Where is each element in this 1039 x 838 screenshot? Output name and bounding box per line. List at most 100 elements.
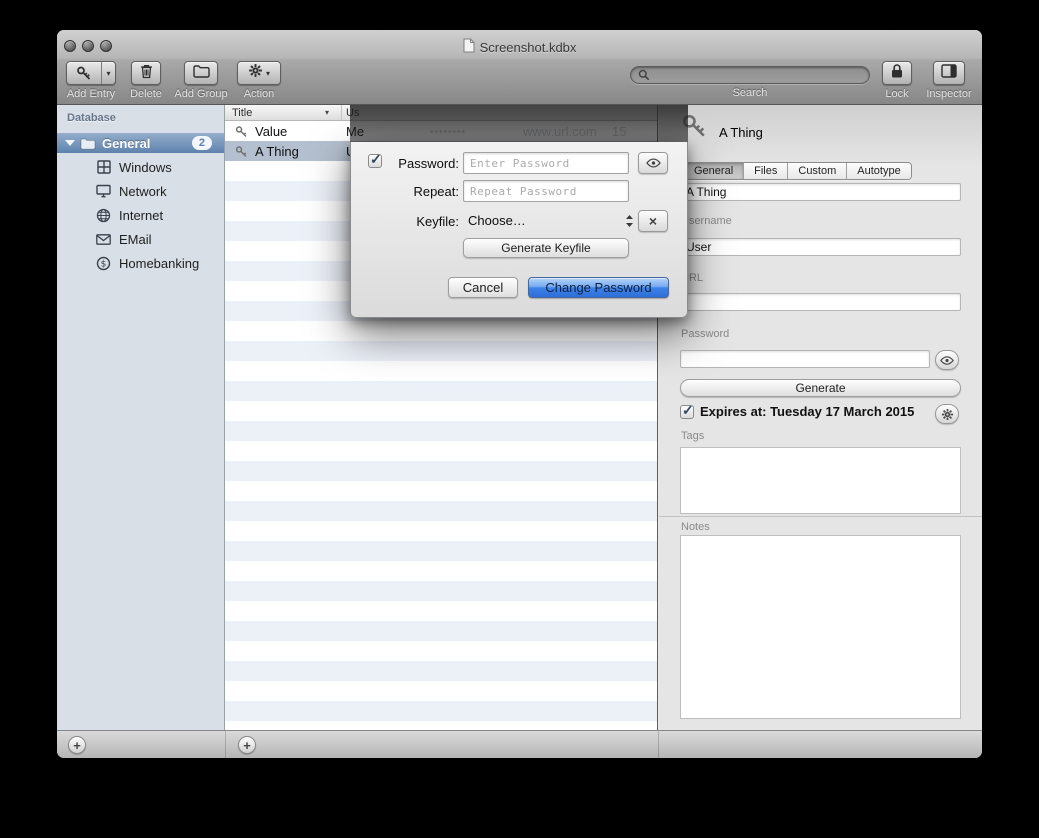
show-password-button[interactable]	[638, 152, 668, 174]
lock-button[interactable]: Lock	[877, 61, 917, 100]
email-icon	[95, 234, 112, 245]
sheet-repeat-label: Repeat:	[371, 184, 459, 199]
tags-input[interactable]	[680, 447, 961, 514]
disclosure-triangle-icon[interactable]	[65, 140, 75, 146]
generate-keyfile-button[interactable]: Generate Keyfile	[463, 238, 629, 258]
search-input[interactable]	[655, 68, 862, 82]
window-chrome: Screenshot.kdbx ▾ Add Entry	[57, 30, 982, 105]
lock-label: Lock	[885, 88, 908, 100]
key-icon	[67, 62, 101, 84]
expires-checkbox[interactable]: ✓	[680, 405, 694, 419]
action-dropdown-arrow-icon: ▾	[266, 69, 270, 78]
column-divider[interactable]	[341, 105, 342, 120]
add-group-button[interactable]: Add Group	[171, 61, 231, 100]
sidebar-item-windows[interactable]: Windows	[57, 155, 224, 179]
pane-divider	[658, 731, 659, 758]
sidebar-item-label: Homebanking	[119, 256, 199, 271]
entry-count-badge: 2	[192, 136, 212, 150]
sidebar-item-network[interactable]: Network	[57, 179, 224, 203]
url-field[interactable]	[680, 293, 961, 311]
add-entry-dropdown-arrow-icon[interactable]: ▾	[101, 62, 115, 84]
check-icon: ✓	[682, 402, 694, 419]
sidebar-section-header: Database	[67, 112, 116, 124]
search-field[interactable]	[630, 66, 870, 84]
internet-globe-icon	[95, 208, 112, 223]
key-icon	[235, 145, 248, 161]
delete-label: Delete	[130, 88, 162, 100]
notes-label: Notes	[681, 521, 710, 533]
username-label: Username	[681, 215, 732, 227]
column-header-title[interactable]: Title	[232, 107, 252, 119]
pane-divider	[225, 731, 226, 758]
inspector-panel-icon	[941, 64, 957, 83]
sidebar-item-homebanking[interactable]: $ Homebanking	[57, 251, 224, 275]
folder-icon	[80, 137, 96, 150]
inspector-label: Inspector	[926, 88, 971, 100]
password-field[interactable]	[680, 350, 930, 368]
sidebar-item-label: Network	[119, 184, 167, 199]
trash-icon	[139, 63, 154, 84]
add-entry-plus-button[interactable]: +	[238, 736, 256, 754]
inspector-panel: A Thing General Files Custom Autotype Us…	[659, 105, 982, 730]
folder-icon	[193, 64, 210, 83]
add-group-plus-button[interactable]: +	[68, 736, 86, 754]
sheet-shadow	[350, 105, 688, 142]
sidebar-item-email[interactable]: EMail	[57, 227, 224, 251]
window-title: Screenshot.kdbx	[57, 38, 982, 56]
sidebar-item-internet[interactable]: Internet	[57, 203, 224, 227]
action-label: Action	[244, 88, 275, 100]
tags-label: Tags	[681, 430, 704, 442]
add-entry-button[interactable]: ▾ Add Entry	[61, 61, 121, 100]
expires-settings-button[interactable]	[935, 404, 959, 424]
sidebar-item-general[interactable]: General 2	[57, 133, 224, 153]
app-window: Screenshot.kdbx ▾ Add Entry	[57, 30, 982, 758]
entry-title-cell: Value	[255, 124, 287, 139]
sidebar: Database General 2 Windows Network	[57, 105, 225, 730]
keyfile-popup[interactable]: Choose…	[468, 213, 634, 228]
delete-button[interactable]: Delete	[119, 61, 173, 100]
action-button[interactable]: ▾ Action	[231, 61, 287, 100]
username-field[interactable]	[680, 238, 961, 256]
screen-background: Screenshot.kdbx ▾ Add Entry	[0, 0, 1039, 838]
generate-password-button[interactable]: Generate	[680, 379, 961, 397]
inspector-toggle-button[interactable]: Inspector	[920, 61, 978, 100]
keyfile-popup-value: Choose…	[468, 213, 625, 228]
entry-title-cell: A Thing	[255, 144, 299, 159]
change-password-button[interactable]: Change Password	[528, 277, 669, 298]
eye-icon	[940, 356, 954, 365]
search-icon	[638, 69, 650, 81]
notes-input[interactable]	[680, 535, 961, 719]
bottom-bar: + +	[57, 730, 982, 758]
document-icon	[463, 38, 475, 56]
homebanking-icon: $	[95, 256, 112, 271]
tab-custom[interactable]: Custom	[787, 163, 846, 179]
sheet-keyfile-label: Keyfile:	[371, 214, 459, 229]
svg-text:$: $	[101, 259, 107, 269]
tab-files[interactable]: Files	[743, 163, 787, 179]
eye-icon	[646, 158, 661, 168]
sidebar-item-label: General	[102, 136, 150, 151]
cancel-button[interactable]: Cancel	[448, 277, 518, 298]
add-group-label: Add Group	[174, 88, 227, 100]
windows-icon	[95, 160, 112, 174]
sidebar-item-label: Internet	[119, 208, 163, 223]
search-area: Search	[630, 66, 870, 99]
tab-general[interactable]: General	[684, 163, 743, 179]
title-field[interactable]	[680, 183, 961, 201]
expires-label: Expires at: Tuesday 17 March 2015	[700, 404, 914, 419]
close-icon: ×	[649, 213, 657, 229]
search-label: Search	[733, 87, 768, 99]
new-password-input[interactable]	[463, 152, 629, 174]
clear-keyfile-button[interactable]: ×	[638, 210, 668, 232]
inspector-tabs: General Files Custom Autotype	[683, 162, 912, 180]
inspector-entry-title: A Thing	[719, 125, 763, 140]
reveal-password-button[interactable]	[935, 350, 959, 370]
popup-stepper-icon	[625, 214, 634, 228]
repeat-password-input[interactable]	[463, 180, 629, 202]
lock-icon	[890, 63, 904, 84]
gear-icon	[248, 63, 263, 83]
sidebar-item-label: Windows	[119, 160, 172, 175]
sheet-password-label: Password:	[371, 156, 459, 171]
sidebar-item-label: EMail	[119, 232, 152, 247]
tab-autotype[interactable]: Autotype	[846, 163, 910, 179]
